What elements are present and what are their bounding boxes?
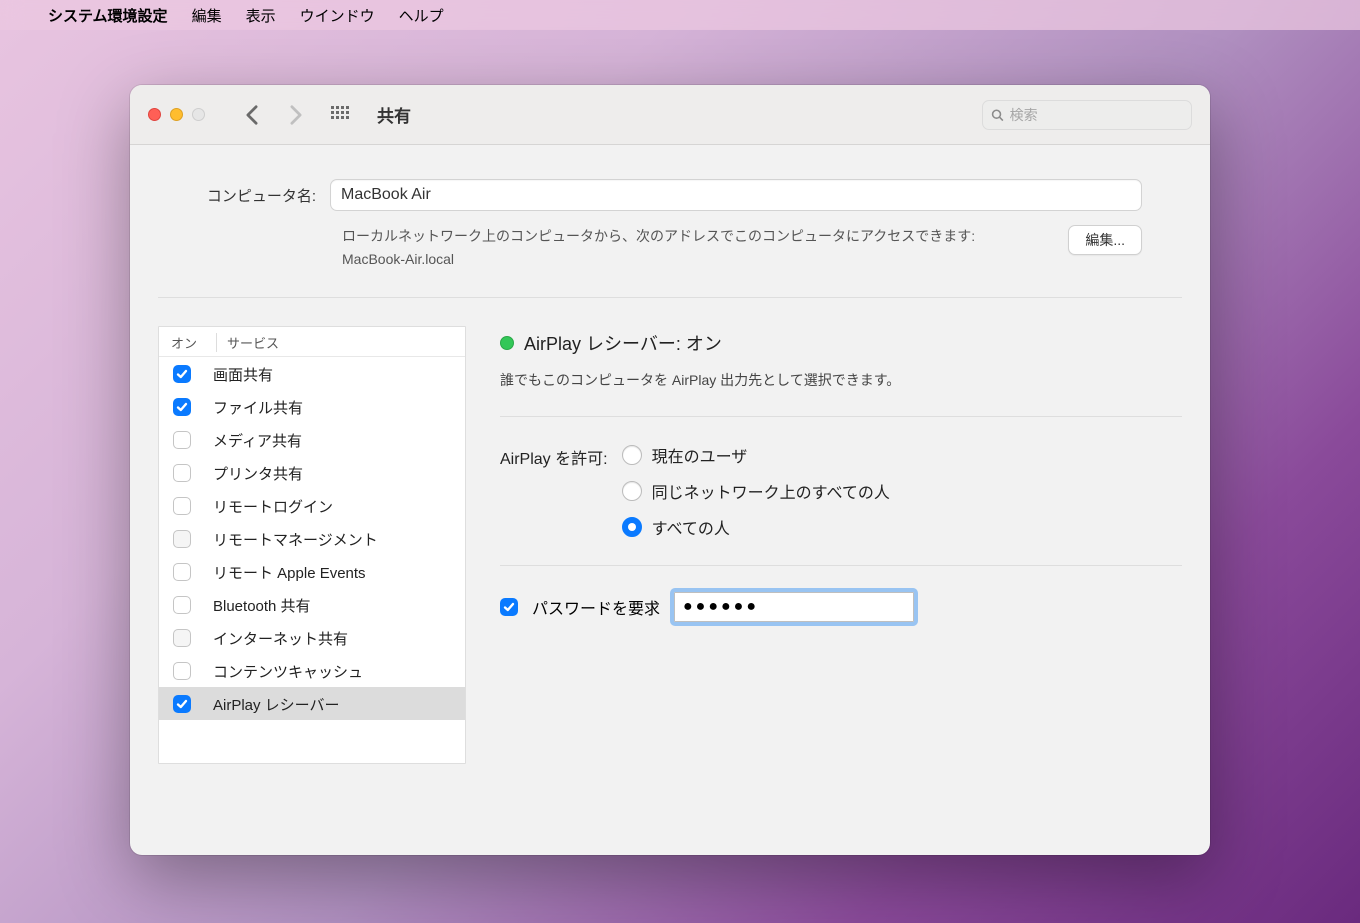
menu-app-name[interactable]: システム環境設定: [48, 5, 168, 26]
computer-name-row: コンピュータ名:: [192, 179, 1182, 211]
allow-radio-option[interactable]: すべての人: [622, 515, 890, 539]
check-icon: [176, 401, 188, 413]
search-input[interactable]: [1010, 107, 1183, 123]
zoom-button: [192, 108, 205, 121]
show-all-button[interactable]: [325, 100, 355, 130]
address-text: ローカルネットワーク上のコンピュータから、次のアドレスでこのコンピュータにアクセ…: [342, 225, 1002, 271]
service-label: AirPlay レシーバー: [213, 693, 340, 715]
check-icon: [176, 698, 188, 710]
window-controls: [148, 108, 205, 121]
computer-name-label: コンピュータ名:: [192, 185, 316, 206]
computer-name-input[interactable]: [330, 179, 1142, 211]
service-checkbox[interactable]: [173, 695, 191, 713]
header-service: サービス: [217, 333, 279, 352]
columns: オン サービス 画面共有ファイル共有メディア共有プリンタ共有リモートログインリモ…: [158, 326, 1182, 764]
back-button[interactable]: [237, 100, 267, 130]
service-label: リモートマネージメント: [213, 528, 378, 550]
status-row: AirPlay レシーバー: オン: [500, 330, 1182, 356]
allow-radio-option[interactable]: 同じネットワーク上のすべての人: [622, 479, 890, 503]
password-row: パスワードを要求: [500, 592, 1182, 622]
detail-pane: AirPlay レシーバー: オン 誰でもこのコンピュータを AirPlay 出…: [500, 326, 1182, 764]
check-icon: [503, 601, 515, 613]
address-row: ローカルネットワーク上のコンピュータから、次のアドレスでこのコンピュータにアクセ…: [342, 225, 1182, 271]
check-icon: [176, 368, 188, 380]
search-icon: [991, 108, 1004, 122]
service-checkbox[interactable]: [173, 596, 191, 614]
chevron-left-icon: [245, 104, 259, 126]
menu-view[interactable]: 表示: [246, 5, 276, 26]
service-label: メディア共有: [213, 429, 302, 451]
allow-row: AirPlay を許可: 現在のユーザ同じネットワーク上のすべての人すべての人: [500, 443, 1182, 539]
service-checkbox[interactable]: [173, 464, 191, 482]
detail-divider-2: [500, 565, 1182, 566]
service-checkbox: [173, 629, 191, 647]
service-row[interactable]: プリンタ共有: [159, 456, 465, 489]
content: コンピュータ名: ローカルネットワーク上のコンピュータから、次のアドレスでこのコ…: [130, 145, 1210, 788]
service-checkbox[interactable]: [173, 497, 191, 515]
service-checkbox[interactable]: [173, 398, 191, 416]
detail-divider-1: [500, 416, 1182, 417]
system-preferences-window: 共有 コンピュータ名: ローカルネットワーク上のコンピュータから、次のアドレスで…: [130, 85, 1210, 855]
grid-icon: [330, 105, 350, 125]
radio-label: すべての人: [652, 515, 730, 539]
service-label: リモートログイン: [213, 495, 333, 517]
service-label: Bluetooth 共有: [213, 594, 311, 616]
status-dot-icon: [500, 336, 514, 350]
service-row[interactable]: リモート Apple Events: [159, 555, 465, 588]
close-button[interactable]: [148, 108, 161, 121]
chevron-right-icon: [289, 104, 303, 126]
radio-button[interactable]: [622, 517, 642, 537]
service-row[interactable]: Bluetooth 共有: [159, 588, 465, 621]
service-checkbox[interactable]: [173, 365, 191, 383]
service-label: 画面共有: [213, 363, 273, 385]
service-checkbox: [173, 530, 191, 548]
require-password-checkbox[interactable]: [500, 598, 518, 616]
services-list: オン サービス 画面共有ファイル共有メディア共有プリンタ共有リモートログインリモ…: [158, 326, 466, 764]
menu-edit[interactable]: 編集: [192, 5, 222, 26]
edit-hostname-button[interactable]: 編集...: [1068, 225, 1142, 255]
divider: [158, 297, 1182, 298]
search-field[interactable]: [982, 100, 1192, 130]
require-password-label: パスワードを要求: [532, 595, 660, 619]
radio-button[interactable]: [622, 481, 642, 501]
password-input[interactable]: [674, 592, 914, 622]
allow-label: AirPlay を許可:: [500, 443, 608, 539]
services-header: オン サービス: [159, 327, 465, 357]
service-row[interactable]: リモートマネージメント: [159, 522, 465, 555]
service-checkbox[interactable]: [173, 563, 191, 581]
radio-label: 同じネットワーク上のすべての人: [652, 479, 890, 503]
service-row[interactable]: AirPlay レシーバー: [159, 687, 465, 720]
service-label: コンテンツキャッシュ: [213, 660, 363, 682]
menu-help[interactable]: ヘルプ: [399, 5, 444, 26]
service-checkbox[interactable]: [173, 662, 191, 680]
service-label: インターネット共有: [213, 627, 348, 649]
allow-radio-option[interactable]: 現在のユーザ: [622, 443, 890, 467]
menubar: システム環境設定 編集 表示 ウインドウ ヘルプ: [0, 0, 1360, 30]
service-row[interactable]: インターネット共有: [159, 621, 465, 654]
services-rows: 画面共有ファイル共有メディア共有プリンタ共有リモートログインリモートマネージメン…: [159, 357, 465, 720]
menu-window[interactable]: ウインドウ: [300, 5, 375, 26]
minimize-button[interactable]: [170, 108, 183, 121]
forward-button: [281, 100, 311, 130]
service-row[interactable]: 画面共有: [159, 357, 465, 390]
service-row[interactable]: リモートログイン: [159, 489, 465, 522]
status-description: 誰でもこのコンピュータを AirPlay 出力先として選択できます。: [500, 370, 1182, 390]
service-row[interactable]: メディア共有: [159, 423, 465, 456]
window-title: 共有: [377, 102, 411, 127]
toolbar: 共有: [130, 85, 1210, 145]
service-checkbox[interactable]: [173, 431, 191, 449]
header-on: オン: [171, 333, 217, 352]
service-label: リモート Apple Events: [213, 561, 366, 583]
service-label: プリンタ共有: [213, 462, 303, 484]
service-label: ファイル共有: [213, 396, 303, 418]
service-row[interactable]: ファイル共有: [159, 390, 465, 423]
service-row[interactable]: コンテンツキャッシュ: [159, 654, 465, 687]
radio-label: 現在のユーザ: [652, 443, 748, 467]
radio-button[interactable]: [622, 445, 642, 465]
allow-radio-group: 現在のユーザ同じネットワーク上のすべての人すべての人: [622, 443, 890, 539]
status-title: AirPlay レシーバー: オン: [524, 330, 722, 356]
